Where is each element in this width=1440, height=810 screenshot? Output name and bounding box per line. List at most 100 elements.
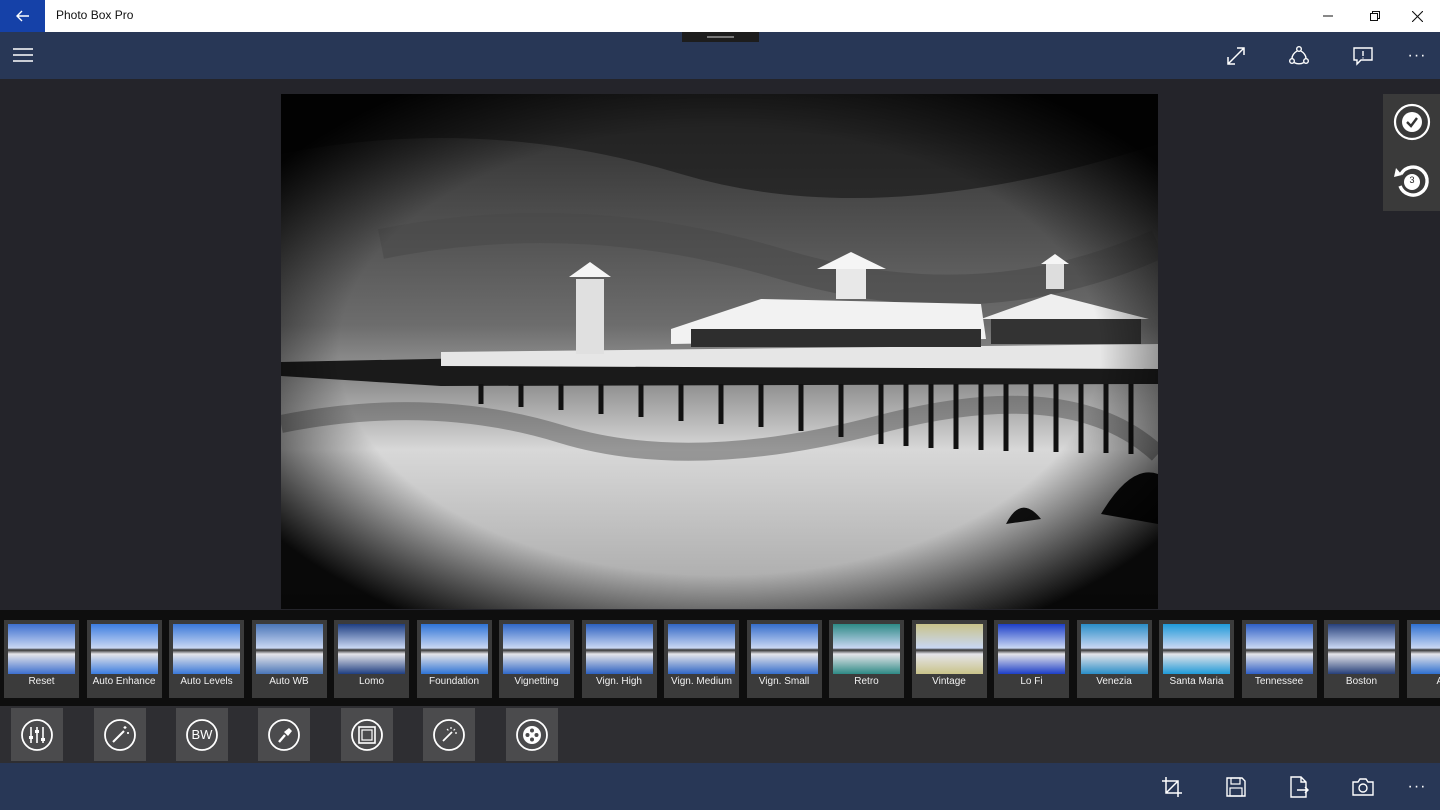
filter-item[interactable]: Auto Enhance [86,620,162,698]
minimize-icon [1323,15,1333,17]
filter-item[interactable]: Reset [4,620,79,698]
filter-thumbnail [915,624,983,674]
filter-label: Tennessee [1254,676,1304,687]
back-button[interactable] [0,0,45,32]
more-button[interactable]: ··· [1401,40,1433,72]
drag-handle[interactable] [682,32,759,42]
menu-button[interactable] [8,40,38,70]
filter-label: Vign. Small [758,676,810,687]
restore-button[interactable] [1352,0,1398,32]
restore-icon [1370,11,1380,21]
frame-icon [351,718,383,751]
filter-item[interactable]: Retro [829,620,904,698]
filter-thumbnail [1328,624,1395,674]
hamburger-menu-icon [13,48,33,62]
frame-tool-button[interactable] [341,708,393,761]
filter-label: Venezia [1096,676,1132,687]
filter-item[interactable]: Lo Fi [994,620,1069,698]
filter-thumbnail [1245,624,1313,674]
camera-icon [1352,778,1374,796]
filter-item[interactable]: Boston [1324,620,1399,698]
filter-thumbnail [1080,624,1148,674]
share-button[interactable] [1283,40,1315,72]
filter-item[interactable]: Vintage [911,620,987,698]
close-button[interactable] [1394,0,1440,32]
brush-tool-button[interactable] [258,708,310,761]
title-bar: Photo Box Pro [0,0,1440,32]
export-file-icon [1290,776,1309,798]
filter-label: Vignetting [514,676,559,687]
filter-label: Vign. High [596,676,642,687]
filter-label: Ant [1436,676,1440,687]
filter-item[interactable]: Auto Levels [169,620,244,698]
magic-wand-icon [104,718,136,751]
filter-label: Vintage [932,676,966,687]
close-icon [1411,10,1423,22]
filter-label: Boston [1345,676,1378,687]
filter-thumbnail [750,624,818,674]
filter-item[interactable]: Vign. Small [746,620,822,698]
filter-label: Auto Enhance [92,676,156,687]
photo-canvas[interactable] [281,94,1158,609]
adjust-tool-button[interactable] [11,708,63,761]
filter-strip[interactable]: Reset Auto Enhance Auto Levels Auto WB Lomo F… [0,610,1440,706]
save-button[interactable] [1220,771,1252,803]
camera-button[interactable] [1347,771,1379,803]
filter-thumbnail [1163,624,1230,674]
filter-item[interactable]: Venezia [1076,620,1152,698]
filter-item[interactable]: Santa Maria [1159,620,1234,698]
app-title: Photo Box Pro [56,8,134,22]
paint-brush-icon [268,718,300,751]
filter-thumbnail [998,624,1065,674]
filter-thumbnail [585,624,653,674]
filter-item[interactable]: Vignetting [499,620,574,698]
save-icon [1226,777,1246,797]
filter-item[interactable]: Foundation [416,620,492,698]
filter-label: Auto Levels [180,676,233,687]
filter-label: Auto WB [269,676,309,687]
filter-thumbnail [338,624,405,674]
minimize-button[interactable] [1305,0,1351,32]
filter-item[interactable]: Lomo [334,620,409,698]
bw-tool-button[interactable]: BW [176,708,228,761]
filter-label: Reset [28,676,55,687]
filter-item[interactable]: Tennessee [1241,620,1317,698]
filter-thumbnail [1410,624,1440,674]
more-button[interactable]: ··· [1401,771,1433,803]
filter-thumbnail [420,624,488,674]
apply-button[interactable] [1393,103,1431,141]
export-button[interactable] [1283,771,1315,803]
filter-thumbnail [8,624,75,674]
app-bar: ··· [0,32,1440,79]
film-tool-button[interactable] [506,708,558,761]
feedback-icon [1353,47,1373,66]
filter-thumbnail [503,624,570,674]
filter-label: Foundation [428,676,480,687]
crop-button[interactable] [1156,771,1188,803]
tools-bar: BW [0,706,1440,763]
filter-label: Retro [854,676,879,687]
filter-thumbnail [90,624,158,674]
filter-label: Santa Maria [1169,676,1224,687]
filter-label: Lo Fi [1020,676,1043,687]
enhance-tool-button[interactable] [94,708,146,761]
filter-item[interactable]: Ant [1406,620,1440,698]
effects-tool-button[interactable] [423,708,475,761]
filter-thumbnail [173,624,240,674]
filter-item[interactable]: Auto WB [251,620,327,698]
undo-button[interactable]: 3 [1393,162,1431,200]
bottom-app-bar: ··· [0,763,1440,810]
filter-thumbnail [833,624,900,674]
side-action-panel: 3 [1383,94,1440,211]
filter-thumbnail [255,624,323,674]
filter-thumbnail [668,624,735,674]
filter-item[interactable]: Vign. Medium [664,620,739,698]
feedback-button[interactable] [1347,40,1379,72]
undo-count: 3 [1409,175,1415,185]
filter-item[interactable]: Vign. High [581,620,657,698]
bw-label: BW [191,727,213,742]
checkmark-circle-icon [1393,103,1431,141]
filter-label: Lomo [358,676,384,687]
crop-icon [1162,777,1182,797]
fullscreen-button[interactable] [1220,40,1252,72]
